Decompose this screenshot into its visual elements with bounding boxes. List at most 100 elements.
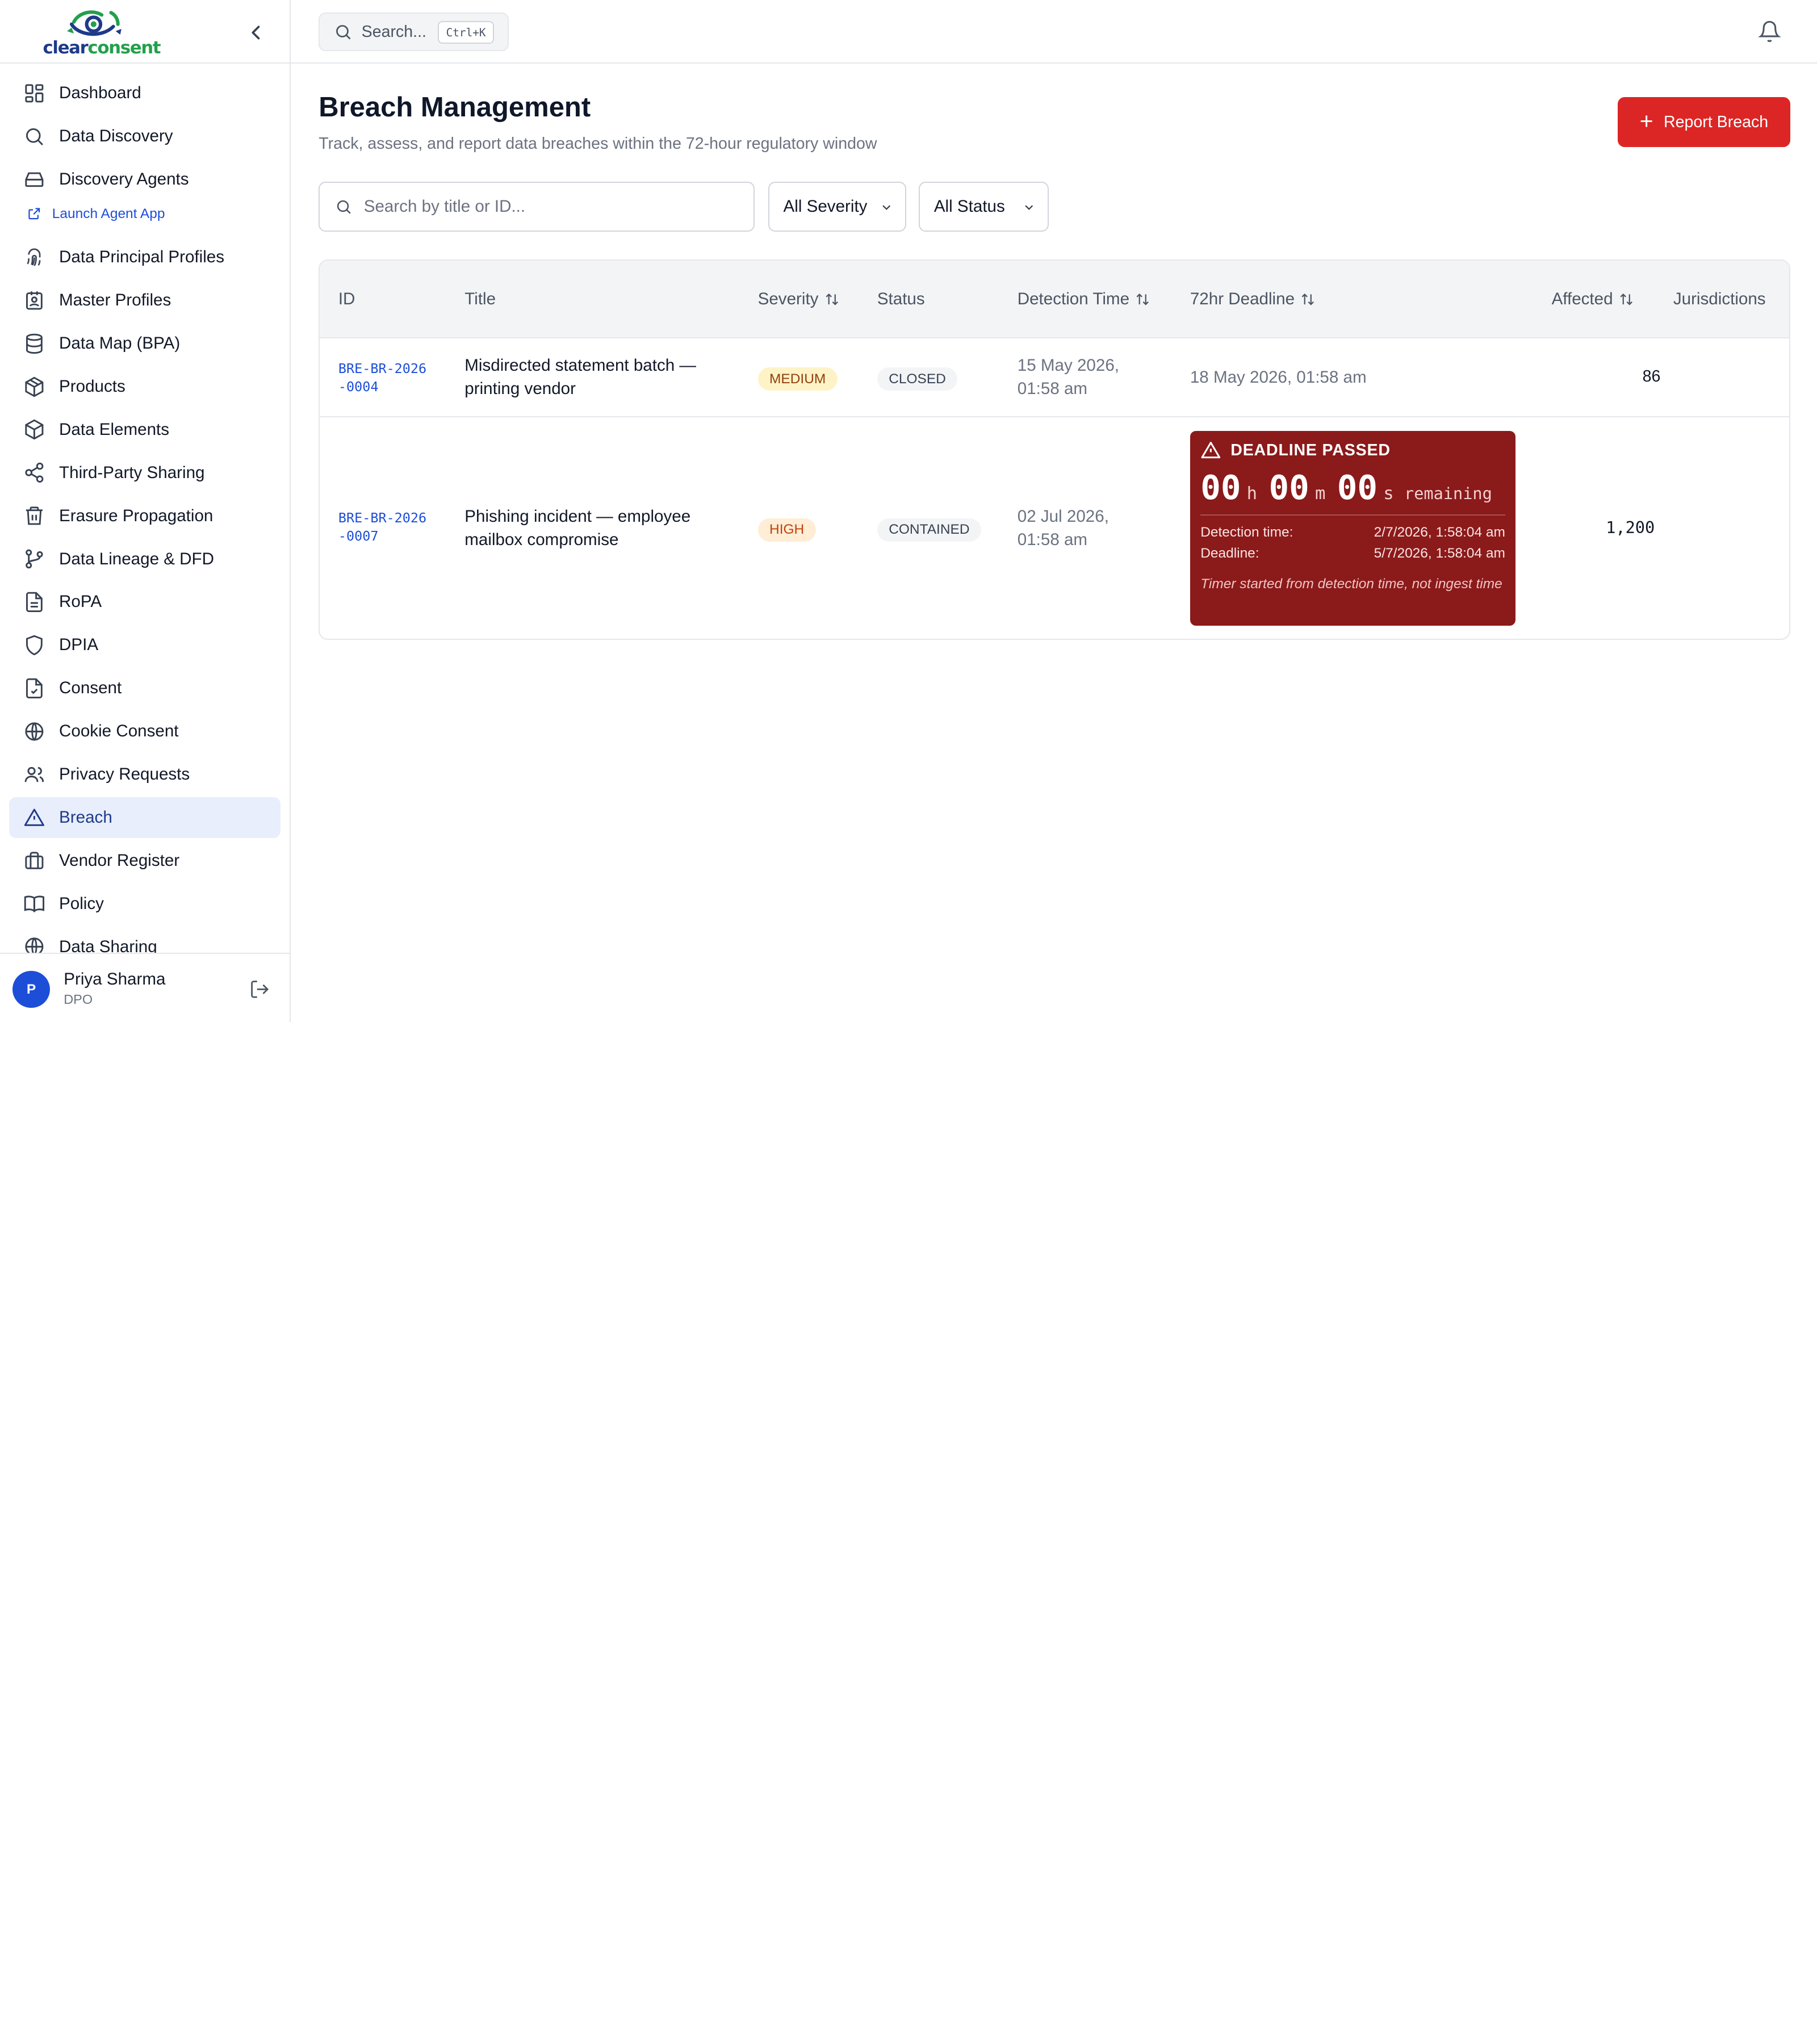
search-icon: [337, 200, 351, 214]
sidebar-item-data-principal-profiles[interactable]: Data Principal Profiles: [9, 237, 280, 277]
alert-triangle-icon: [24, 808, 44, 826]
fingerprint-icon: [27, 248, 41, 266]
book-icon: [24, 895, 44, 913]
deadline-time: 18 May 2026, 01:58 am: [1190, 367, 1367, 387]
brand-name-part1: clear: [43, 38, 89, 58]
sidebar-item-label: Master Profiles: [59, 291, 171, 310]
column-header-status: Status: [877, 290, 925, 309]
sidebar-item-label: Policy: [59, 894, 104, 913]
grid-icon: [25, 84, 44, 103]
countdown-timer: 00 h 00 m 00 s remaining: [1200, 468, 1505, 507]
sidebar-item-vendor-register[interactable]: Vendor Register: [9, 840, 280, 881]
sidebar-item-cookie-consent[interactable]: Cookie Consent: [9, 711, 280, 751]
bell-icon[interactable]: [1757, 20, 1781, 43]
deadline-passed-heading: DEADLINE PASSED: [1200, 440, 1505, 461]
sidebar-item-ropa[interactable]: RoPA: [9, 582, 280, 622]
sort-icon: [826, 293, 838, 305]
column-header-label: Affected: [1551, 290, 1613, 309]
sidebar-item-data-discovery[interactable]: Data Discovery: [9, 116, 280, 156]
severity-cell: MEDIUM: [757, 366, 838, 391]
column-header-label: Detection Time: [1017, 290, 1130, 309]
main-content: Search... Ctrl+K Breach Management Track…: [291, 0, 1817, 1022]
sidebar-item-consent[interactable]: Consent: [9, 668, 280, 709]
column-header-id: ID: [338, 290, 355, 309]
sidebar-item-policy[interactable]: Policy: [9, 883, 280, 924]
detection-time-label: Detection time:: [1200, 524, 1293, 540]
sidebar-item-breach[interactable]: Breach: [9, 797, 280, 838]
keyboard-shortcut-badge: Ctrl+K: [438, 20, 494, 44]
page-title: Breach Management: [319, 92, 591, 123]
user-panel: P Priya Sharma DPO: [0, 952, 290, 1022]
logout-icon[interactable]: [249, 979, 270, 1000]
sidebar-item-label: Consent: [59, 678, 122, 698]
sidebar-item-products[interactable]: Products: [9, 366, 280, 407]
sidebar-item-master-profiles[interactable]: Master Profiles: [9, 280, 280, 320]
user-role: DPO: [64, 991, 93, 1007]
sidebar-item-erasure-propagation[interactable]: Erasure Propagation: [9, 496, 280, 536]
breach-search-input[interactable]: Search by title or ID...: [319, 182, 755, 232]
sidebar-item-label: Erasure Propagation: [59, 506, 213, 525]
column-header-severity[interactable]: Severity: [758, 290, 840, 309]
deadline-value: 5/7/2026, 1:58:04 am: [1374, 545, 1505, 561]
report-breach-button[interactable]: + Report Breach: [1617, 97, 1791, 148]
shield-icon: [26, 635, 43, 656]
severity-filter-select[interactable]: All Severity: [768, 182, 906, 232]
timer-hours: 00: [1200, 468, 1241, 508]
plus-icon: +: [1639, 107, 1653, 134]
detection-time-line: Detection time: 2/7/2026, 1:58:04 am: [1200, 522, 1505, 543]
git-branch-icon: [25, 549, 43, 569]
sidebar-item-data-elements[interactable]: Data Elements: [9, 409, 280, 450]
sidebar-item-data-sharing[interactable]: Data Sharing: [9, 927, 280, 956]
table-row[interactable]: BRE-BR-2026-0004 Misdirected statement b…: [320, 338, 1790, 417]
breach-id-link[interactable]: BRE-BR-2026-0007: [338, 509, 431, 546]
sidebar-item-label: RoPA: [59, 592, 102, 611]
column-header-affected[interactable]: Affected: [1552, 290, 1634, 309]
share-icon: [25, 463, 44, 483]
column-header-label: Status: [877, 290, 925, 309]
severity-cell: HIGH: [757, 517, 816, 542]
sidebar-item-dashboard[interactable]: Dashboard: [9, 73, 280, 114]
sidebar-item-label: Privacy Requests: [59, 765, 190, 784]
page-subtitle: Track, assess, and report data breaches …: [319, 134, 877, 153]
detection-time-value: 2/7/2026, 1:58:04 am: [1374, 524, 1505, 540]
breach-search-placeholder: Search by title or ID...: [363, 197, 526, 216]
sidebar-item-label: Data Principal Profiles: [59, 248, 225, 267]
column-header-deadline[interactable]: 72hr Deadline: [1190, 290, 1316, 309]
timer-minutes: 00: [1268, 468, 1309, 508]
launch-agent-app-link[interactable]: Launch Agent App: [9, 200, 280, 228]
breach-id-link[interactable]: BRE-BR-2026-0004: [338, 359, 431, 396]
column-header-title: Title: [464, 290, 496, 309]
global-search-input[interactable]: Search... Ctrl+K: [319, 12, 509, 51]
chevron-down-icon: [882, 205, 891, 210]
table-row[interactable]: BRE-BR-2026-0007 Phishing incident — emp…: [320, 417, 1789, 639]
sidebar-item-data-lineage[interactable]: Data Lineage & DFD: [9, 539, 280, 579]
sidebar-item-third-party-sharing[interactable]: Third-Party Sharing: [9, 453, 280, 493]
table-header: ID Title Severity Status Detection Time …: [320, 261, 1790, 338]
box-icon: [25, 420, 44, 440]
affected-count: 86: [1642, 367, 1661, 386]
sort-icon: [1301, 293, 1314, 305]
status-filter-value: All Status: [933, 197, 1005, 216]
briefcase-icon: [25, 851, 44, 869]
sidebar-item-label: Discovery Agents: [59, 170, 189, 189]
column-header-detection-time[interactable]: Detection Time: [1018, 290, 1150, 309]
sidebar-item-privacy-requests[interactable]: Privacy Requests: [9, 754, 280, 794]
status-filter-select[interactable]: All Status: [919, 182, 1049, 232]
collapse-sidebar-button[interactable]: [245, 21, 268, 44]
search-icon: [336, 24, 351, 40]
status-cell: CLOSED: [877, 366, 958, 391]
timer-note: Timer started from detection time, not i…: [1200, 576, 1502, 592]
avatar[interactable]: P: [12, 971, 50, 1008]
deadline-passed-label: DEADLINE PASSED: [1230, 441, 1391, 460]
app-root: clearconsent Dashboard Data Discovery Di…: [0, 0, 1817, 1022]
file-check-icon: [26, 678, 43, 698]
timer-seconds: 00: [1337, 468, 1378, 508]
timer-remaining-label: remaining: [1404, 484, 1492, 504]
sidebar-item-data-map[interactable]: Data Map (BPA): [9, 323, 280, 363]
sidebar-item-discovery-agents[interactable]: Discovery Agents: [9, 159, 280, 199]
sort-icon: [1136, 293, 1149, 305]
sidebar-item-dpia[interactable]: DPIA: [9, 625, 280, 665]
logo-row: clearconsent: [0, 0, 290, 64]
deadline-passed-panel: DEADLINE PASSED 00 h 00 m 00 s remaining De…: [1190, 431, 1516, 626]
breach-title: Phishing incident — employee mailbox com…: [464, 506, 691, 549]
